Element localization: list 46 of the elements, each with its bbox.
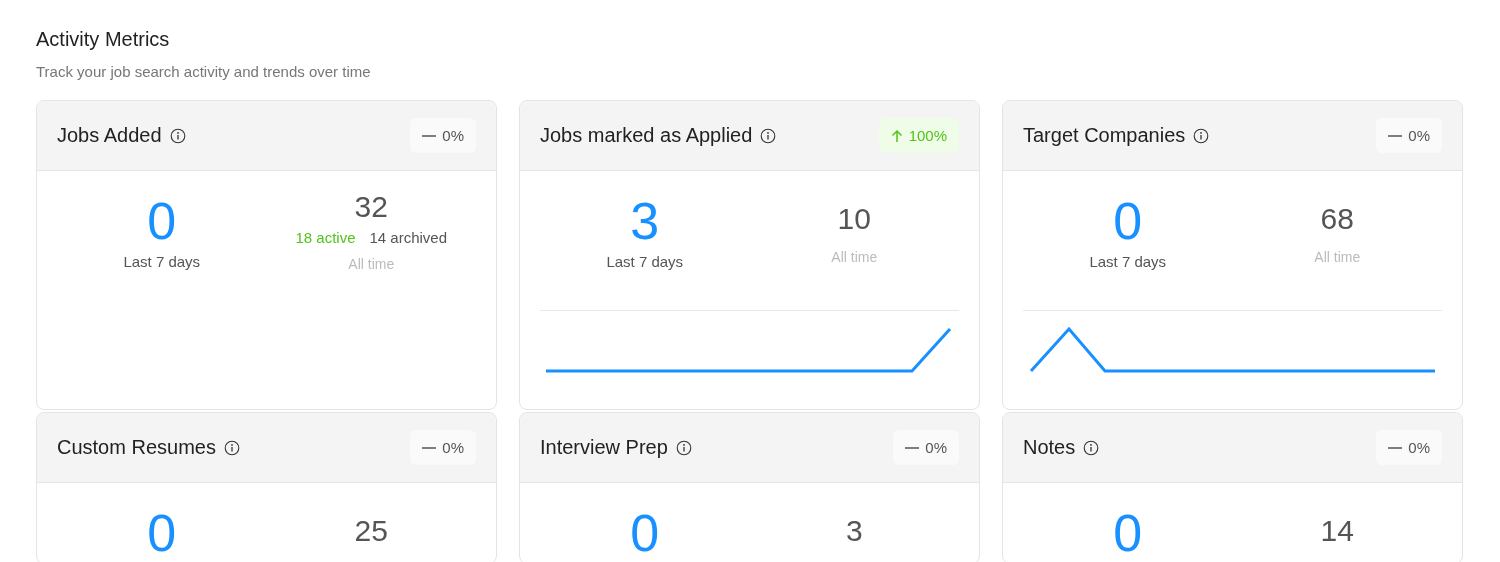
total-count: 10: [836, 201, 872, 237]
dash-icon: [1388, 445, 1403, 450]
total-count: 32: [353, 189, 389, 225]
trend-percent: 0%: [925, 439, 947, 456]
total-label: All time: [347, 256, 396, 272]
card-title: Target Companies: [1023, 124, 1186, 147]
recent-count: 0: [146, 503, 178, 562]
trend-percent: 0%: [1408, 127, 1430, 144]
recent-label: Last 7 days: [605, 253, 685, 270]
up-arrow-icon: [890, 128, 903, 143]
info-icon[interactable]: [675, 439, 692, 456]
recent-label: Last 7 days: [1088, 253, 1168, 270]
info-icon[interactable]: [223, 439, 240, 456]
trend-percent: 0%: [442, 127, 464, 144]
info-icon[interactable]: [169, 127, 186, 144]
trend-percent: 0%: [1408, 439, 1430, 456]
dash-icon: [422, 133, 437, 138]
dash-icon: [1388, 133, 1403, 138]
total-count: 3: [844, 513, 864, 549]
card-title: Jobs marked as Applied: [540, 124, 753, 147]
active-count: 18 active: [295, 229, 356, 246]
dash-icon: [422, 445, 437, 450]
recent-count: 0: [629, 503, 661, 562]
card-title: Custom Resumes: [57, 436, 216, 459]
card-title: Notes: [1023, 436, 1076, 459]
recent-count: 0: [1112, 503, 1144, 562]
info-icon[interactable]: [760, 127, 777, 144]
recent-label: Last 7 days: [122, 253, 202, 270]
card-title: Jobs Added: [57, 124, 162, 147]
info-icon[interactable]: [1193, 127, 1210, 144]
card-title: Interview Prep: [540, 436, 668, 459]
total-count: 14: [1319, 513, 1355, 549]
dash-icon: [905, 445, 920, 450]
total-count: 68: [1319, 201, 1355, 237]
total-count: 25: [353, 513, 389, 549]
section-title: Activity Metrics: [36, 28, 171, 51]
trend-percent: 0%: [442, 439, 464, 456]
info-icon[interactable]: [1083, 439, 1100, 456]
recent-count: 0: [1112, 191, 1144, 251]
trend-percent: 100%: [908, 127, 947, 144]
total-label: All time: [830, 249, 879, 265]
recent-count: 3: [629, 191, 661, 251]
section-subtitle: Track your job search activity and trends over time: [36, 63, 372, 80]
archived-count: 14 archived: [369, 229, 448, 246]
recent-count: 0: [146, 191, 178, 251]
total-label: All time: [1313, 249, 1362, 265]
